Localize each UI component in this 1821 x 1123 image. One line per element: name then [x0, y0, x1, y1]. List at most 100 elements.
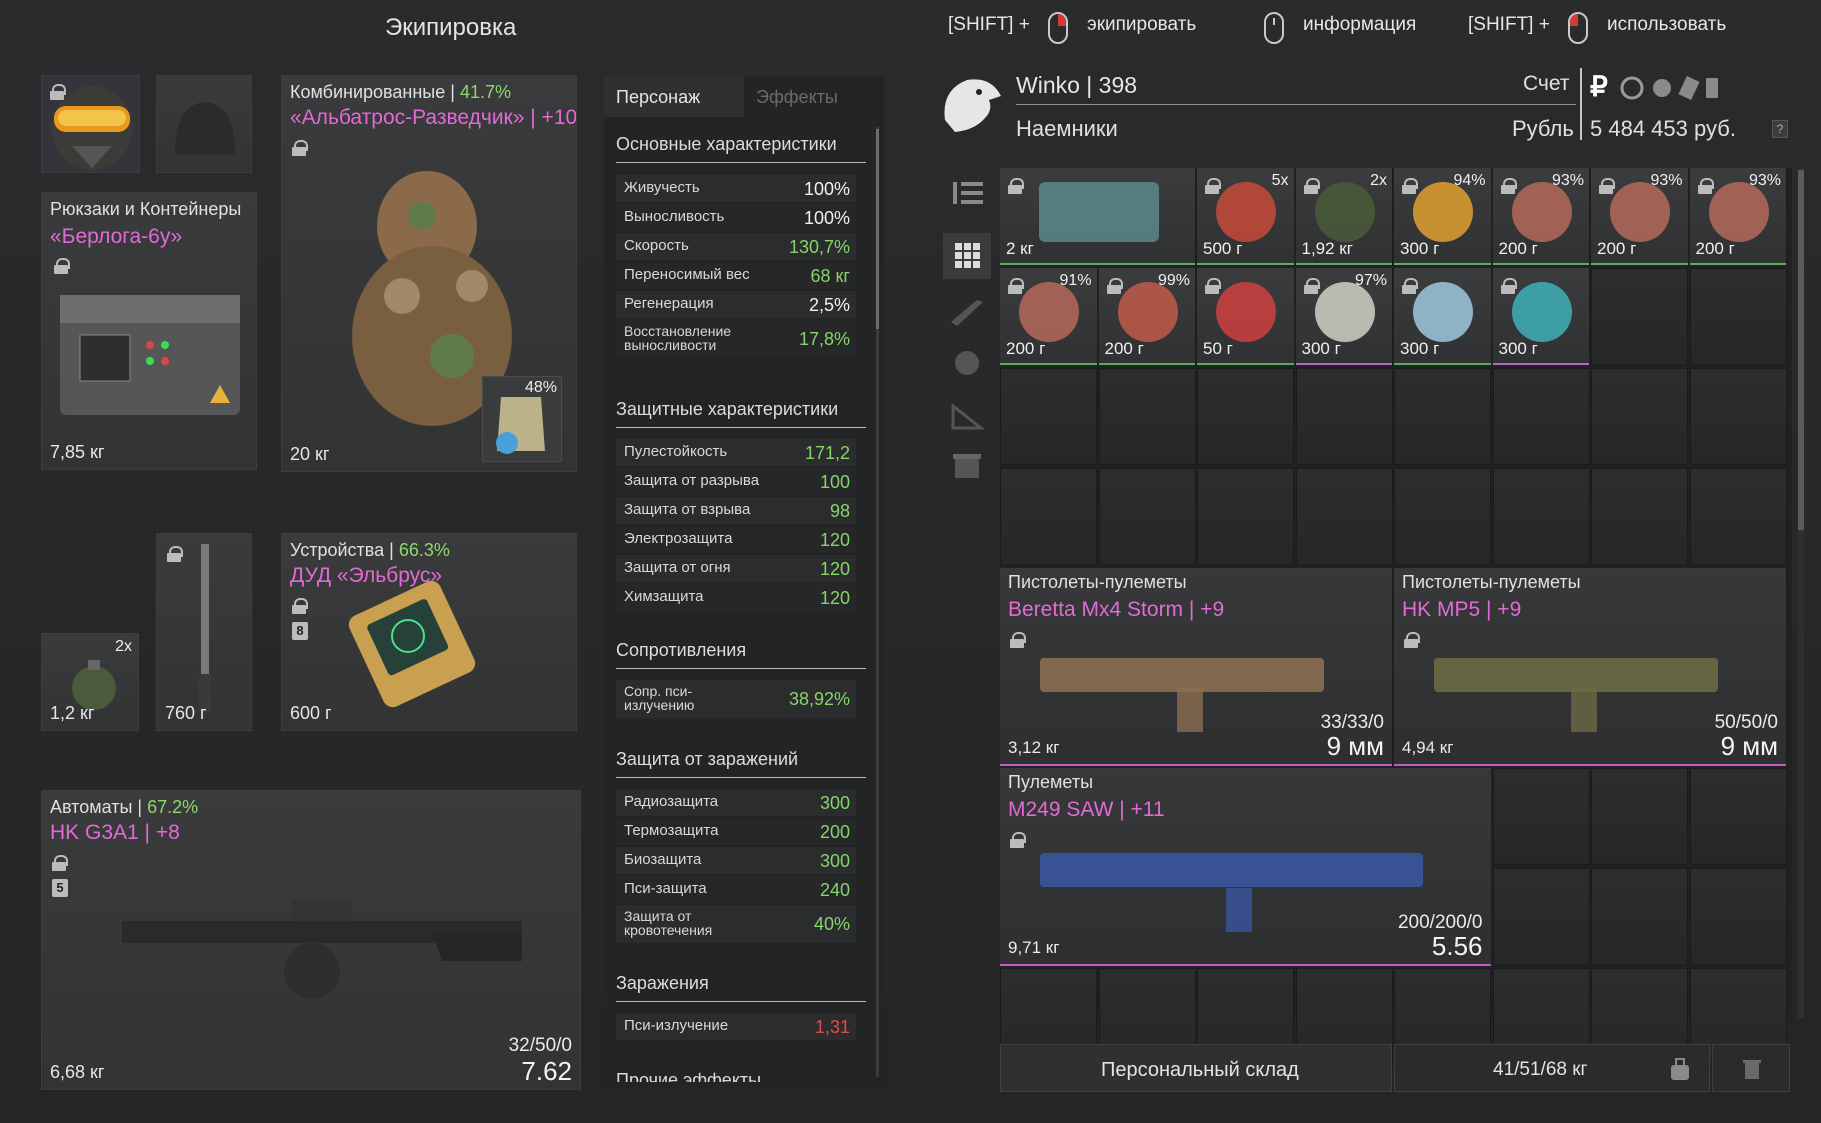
inventory-item[interactable]: 200 г 93% — [1591, 168, 1688, 265]
stats-tabbar: Персонаж Эффекты — [604, 77, 884, 117]
inventory-cell[interactable] — [1591, 768, 1688, 865]
weapons-filter-icon[interactable] — [943, 288, 991, 334]
item-weight: 2 кг — [1006, 239, 1034, 258]
primary-weapon-slot[interactable]: Автоматы | 67.2% HK G3A1 | +8 5 32/50/0 … — [41, 790, 581, 1090]
lock-icon — [1697, 178, 1714, 194]
device-slot[interactable]: Устройства | 66.3% ДУД «Эльбрус» 8 600 г — [281, 533, 577, 731]
inventory-cell[interactable] — [1591, 368, 1688, 465]
stat-label: Химзащита — [624, 588, 704, 605]
inventory-scroll-thumb[interactable] — [1798, 170, 1804, 530]
armor-slot[interactable]: Комбинированные | 41.7% «Альбатрос-Разве… — [281, 75, 577, 472]
item-weight: 200 г — [1104, 339, 1144, 358]
stat-row: Выносливость 100% — [616, 204, 856, 231]
inventory-item[interactable]: 200 г 91% — [1000, 268, 1097, 365]
lock-icon — [50, 84, 66, 100]
inventory-weapon[interactable]: Пулеметы M249 SAW | +11 200/200/0 5.56 9,71 … — [1000, 768, 1491, 966]
misc-filter-icon[interactable] — [943, 444, 991, 490]
inventory-cell[interactable] — [1000, 368, 1097, 465]
inventory-cell[interactable] — [1591, 268, 1688, 365]
device-weight: 600 г — [290, 703, 332, 723]
inventory-cell[interactable] — [1492, 768, 1590, 865]
stat-value: 300 — [819, 793, 850, 813]
rifle-icon — [122, 901, 522, 999]
tools-filter-icon[interactable] — [943, 392, 991, 438]
balance-help-button[interactable]: ? — [1772, 120, 1788, 138]
inventory-item[interactable]: 200 г 93% — [1689, 168, 1786, 265]
storage-label: Персональный склад — [1101, 1059, 1299, 1081]
inventory-cell[interactable] — [1689, 868, 1787, 965]
inventory-item[interactable]: 300 г — [1492, 268, 1589, 365]
inventory-item[interactable]: 50 г — [1197, 268, 1294, 365]
stat-label: Регенерация — [624, 295, 714, 312]
inventory-cell[interactable] — [1098, 368, 1196, 465]
inventory-cell[interactable] — [1689, 368, 1787, 465]
inventory-cell[interactable] — [1394, 368, 1491, 465]
inventory-cell[interactable] — [1591, 868, 1688, 965]
inventory-item[interactable]: 300 г 94% — [1394, 168, 1491, 265]
stat-label: Скорость — [624, 237, 689, 254]
item-weight: 200 г — [1597, 239, 1637, 258]
stat-value: 17,8% — [798, 329, 850, 349]
stat-row: Живучесть 100% — [616, 175, 856, 202]
inventory-cell[interactable] — [1492, 368, 1590, 465]
lock-icon — [1106, 278, 1123, 294]
inventory-cell[interactable] — [1098, 468, 1196, 565]
sort-icon[interactable] — [943, 170, 991, 216]
inventory-item[interactable]: 200 г 99% — [1098, 268, 1195, 365]
inventory-item[interactable]: 2 кг — [1000, 168, 1195, 265]
lock-icon — [1303, 178, 1320, 194]
artifacts-filter-icon[interactable] — [943, 340, 991, 386]
item-weight: 300 г — [1301, 339, 1341, 358]
grid-all-icon[interactable] — [943, 233, 991, 279]
weapon-icon — [1040, 658, 1324, 692]
backpack-slot[interactable]: Рюкзаки и Контейнеры «Берлога-6у» 7,85 к… — [41, 192, 257, 470]
inventory-cell[interactable] — [1689, 468, 1787, 565]
inventory-cell[interactable] — [1197, 368, 1294, 465]
mask-slot-empty[interactable] — [156, 75, 252, 173]
item-top-label: 91% — [1059, 272, 1092, 289]
grenade-slot[interactable]: 2x 1,2 кг — [41, 633, 139, 731]
inventory-cell[interactable] — [1591, 468, 1688, 565]
storage-button[interactable]: Персональный склад — [1000, 1044, 1392, 1092]
primary-badge: 5 — [52, 879, 68, 897]
stat-row: Защита от огня 120 — [616, 555, 856, 582]
weapon-grip-icon — [1177, 688, 1203, 732]
inventory-cell[interactable] — [1000, 468, 1097, 565]
helmet-slot[interactable] — [41, 75, 140, 173]
inventory-item[interactable]: 500 г 5x — [1197, 168, 1294, 265]
inventory-cell[interactable] — [1689, 768, 1787, 865]
inventory-cell[interactable] — [1295, 368, 1393, 465]
melee-slot[interactable]: 760 г — [156, 533, 252, 731]
stat-label: Переносимый вес — [624, 266, 750, 283]
inventory-item[interactable]: 300 г — [1394, 268, 1491, 365]
inventory-cell[interactable] — [1295, 468, 1393, 565]
inventory-weapon[interactable]: Пистолеты-пулеметы HK MP5 | +9 50/50/0 9 мм… — [1394, 568, 1786, 766]
currency-icons[interactable] — [1618, 74, 1728, 102]
inventory-item[interactable]: 1,92 кг 2x — [1295, 168, 1392, 265]
ruble-icon[interactable]: ₽ — [1590, 70, 1608, 103]
inventory-item[interactable]: 200 г 93% — [1492, 168, 1589, 265]
armor-container-slot[interactable]: 48% — [482, 376, 562, 462]
device-badge: 8 — [292, 622, 308, 640]
inventory-cell[interactable] — [1689, 268, 1787, 365]
section-divider — [616, 777, 866, 778]
inventory-cell[interactable] — [1394, 468, 1491, 565]
inventory-item[interactable]: 300 г 97% — [1295, 268, 1392, 365]
primary-category: Автоматы — [50, 797, 133, 817]
stats-scroll-thumb[interactable] — [876, 129, 879, 329]
inventory-cell[interactable] — [1492, 468, 1590, 565]
tab-effects[interactable]: Эффекты — [744, 77, 874, 117]
tab-character[interactable]: Персонаж — [604, 77, 744, 117]
inventory-weapon[interactable]: Пистолеты-пулеметы Beretta Mx4 Storm | +9… — [1000, 568, 1392, 766]
inventory-cell[interactable] — [1197, 468, 1294, 565]
item-top-label: 93% — [1551, 172, 1584, 189]
trash-button[interactable] — [1712, 1044, 1790, 1092]
stat-label: Биозащита — [624, 851, 702, 868]
mask-placeholder-icon — [175, 102, 235, 154]
inventory-cell[interactable] — [1492, 868, 1590, 965]
armor-name: «Альбатрос-Разведчик» | +10 — [290, 106, 577, 129]
stat-row: Пси-излучение 1,31 — [616, 1013, 856, 1040]
player-faction: Наемники — [1016, 116, 1118, 141]
weapon-weight: 3,12 кг — [1008, 738, 1060, 757]
lock-icon — [1500, 178, 1517, 194]
